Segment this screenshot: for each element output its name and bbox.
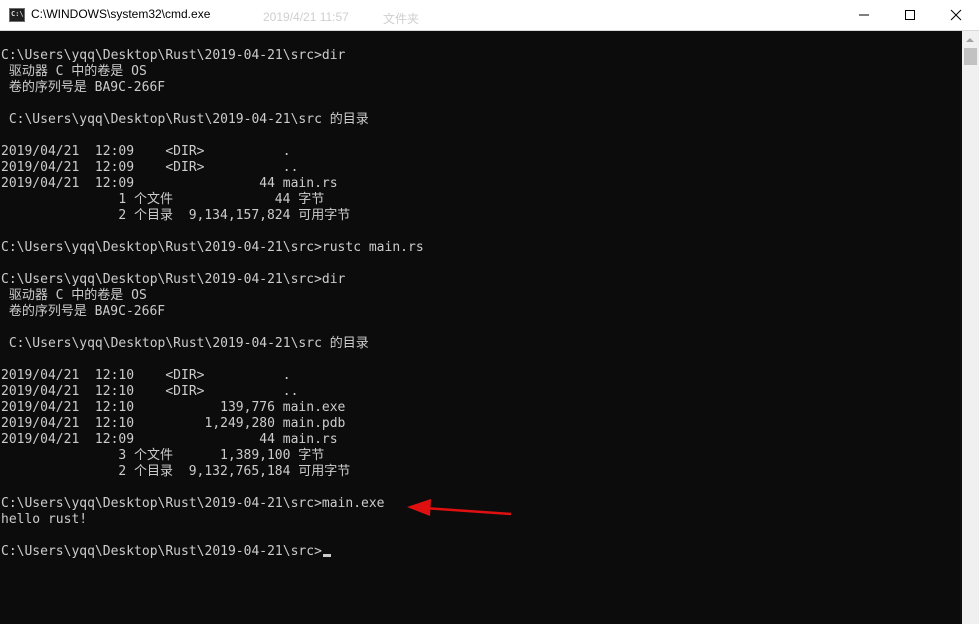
console-line: 2 个目录 9,134,157,824 可用字节 [1, 208, 351, 223]
background-type: 文件夹 [383, 12, 420, 26]
maximize-button[interactable] [887, 0, 933, 30]
console-line: 驱动器 C 中的卷是 OS [1, 64, 147, 79]
minimize-icon [859, 14, 869, 16]
console-line: 2019/04/21 12:10 1,249,280 main.pdb [1, 416, 346, 431]
console-line: 1 个文件 44 字节 [1, 192, 325, 207]
window-title: C:\WINDOWS\system32\cmd.exe [31, 7, 211, 21]
console-line: hello rust! [1, 512, 88, 527]
title-bar[interactable]: C:\WINDOWS\system32\cmd.exe 2019/4/21 11… [0, 0, 979, 31]
console-line: C:\Users\yqq\Desktop\Rust\2019-04-21\src… [1, 112, 369, 127]
console-line: 2019/04/21 12:09 <DIR> .. [1, 160, 299, 175]
close-icon [950, 9, 962, 21]
console-line: C:\Users\yqq\Desktop\Rust\2019-04-21\src… [1, 240, 424, 255]
console-line: 2019/04/21 12:09 44 main.rs [1, 176, 338, 191]
current-prompt: C:\Users\yqq\Desktop\Rust\2019-04-21\src… [1, 544, 322, 559]
console-line: 2019/04/21 12:09 44 main.rs [1, 432, 338, 447]
console-prompt-line[interactable]: C:\Users\yqq\Desktop\Rust\2019-04-21\src… [1, 544, 331, 560]
console-line: 2019/04/21 12:09 <DIR> . [1, 144, 291, 159]
console-line: C:\Users\yqq\Desktop\Rust\2019-04-21\src… [1, 48, 346, 63]
console-line: C:\Users\yqq\Desktop\Rust\2019-04-21\src… [1, 336, 369, 351]
maximize-icon [905, 10, 915, 20]
vertical-scrollbar[interactable] [962, 31, 979, 624]
scroll-up-arrow-icon[interactable] [962, 31, 979, 48]
scrollbar-thumb[interactable] [964, 48, 977, 65]
console-line: C:\Users\yqq\Desktop\Rust\2019-04-21\src… [1, 272, 346, 287]
console-output[interactable]: C:\Users\yqq\Desktop\Rust\2019-04-21\src… [0, 31, 962, 624]
console-line: 3 个文件 1,389,100 字节 [1, 448, 325, 463]
console-line: 驱动器 C 中的卷是 OS [1, 288, 147, 303]
background-date: 2019/4/21 11:57 [263, 10, 349, 24]
cmd-icon[interactable] [9, 8, 25, 22]
console-line: 2019/04/21 12:10 <DIR> . [1, 368, 291, 383]
console-line: 2019/04/21 12:10 <DIR> .. [1, 384, 299, 399]
console-line: 2019/04/21 12:10 139,776 main.exe [1, 400, 346, 415]
close-button[interactable] [933, 0, 979, 30]
text-cursor [322, 554, 331, 557]
minimize-button[interactable] [841, 0, 887, 30]
console-line: 卷的序列号是 BA9C-266F [1, 304, 166, 319]
console-line: 卷的序列号是 BA9C-266F [1, 80, 166, 95]
console-line: C:\Users\yqq\Desktop\Rust\2019-04-21\src… [1, 496, 385, 511]
console-line: 2 个目录 9,132,765,184 可用字节 [1, 464, 351, 479]
